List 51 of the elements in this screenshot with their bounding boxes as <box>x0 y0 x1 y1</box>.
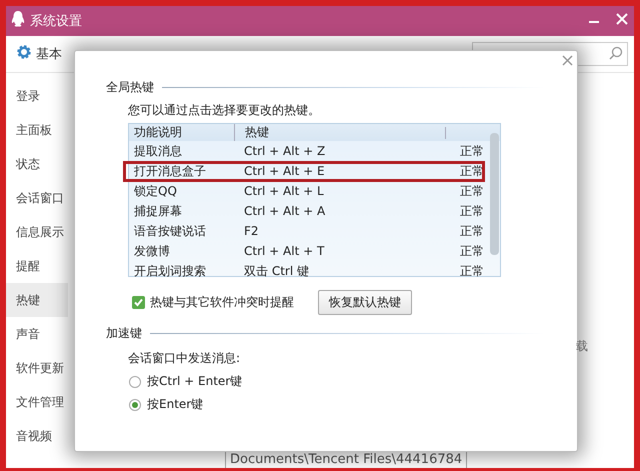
function-cell[interactable]: 锁定QQ <box>129 182 234 200</box>
function-cell[interactable]: 打开消息盒子 <box>129 162 234 180</box>
checkbox-label[interactable]: 热键与其它软件冲突时提醒 <box>150 294 294 311</box>
function-cell[interactable]: 语音按键说话 <box>129 222 234 240</box>
status-cell-text: 正常 <box>459 162 484 180</box>
sidebar-item[interactable]: 软件更新 <box>6 351 68 385</box>
function-cell[interactable]: 提取消息 <box>129 142 234 160</box>
function-cell[interactable]: 开启划词搜索 <box>129 262 234 280</box>
status-cell-text: 正常 <box>459 222 484 240</box>
sidebar-item[interactable]: 状态 <box>6 147 68 181</box>
hotkey-cell[interactable]: Ctrl + Alt + A <box>234 204 444 218</box>
sidebar-item[interactable]: 登录 <box>6 79 68 113</box>
option-label: 会话窗口中发送消息: <box>128 350 242 367</box>
close-icon[interactable] <box>562 55 573 66</box>
hotkey-cell[interactable]: Ctrl + Alt + Z <box>234 144 444 158</box>
scrollbar-thumb[interactable] <box>490 133 499 255</box>
status-cell-text: 正常 <box>459 262 484 280</box>
hotkey-cell[interactable]: Ctrl + Alt + T <box>234 244 444 258</box>
column-header[interactable]: 功能说明 <box>129 124 234 141</box>
radio-label[interactable]: 按Ctrl + Enter键 <box>147 373 242 390</box>
status-cell-text: 正常 <box>459 142 484 160</box>
column-header[interactable]: 热键 <box>234 124 445 141</box>
checkbox[interactable] <box>132 296 145 309</box>
function-cell[interactable]: 捕捉屏幕 <box>129 202 234 220</box>
hotkey-cell[interactable]: Ctrl + Alt + E <box>234 164 444 178</box>
section-title: 全局热键 <box>106 79 154 96</box>
restore-defaults-button[interactable]: 恢复默认热键 <box>318 290 412 315</box>
sidebar-item[interactable]: 会话窗口 <box>6 181 68 215</box>
status-cell-text: 正常 <box>459 182 484 200</box>
radio-button[interactable] <box>129 398 141 410</box>
sidebar-item[interactable]: 文件管理 <box>6 385 68 419</box>
hotkey-cell[interactable]: Ctrl + Alt + L <box>234 184 444 198</box>
function-cell[interactable]: 发微博 <box>129 242 234 260</box>
sidebar-item[interactable]: 音视频 <box>6 419 68 453</box>
search-icon <box>609 46 623 62</box>
section-title: 加速键 <box>106 325 142 342</box>
window-title: 系统设置 <box>30 13 83 30</box>
sidebar-item[interactable]: 提醒 <box>6 249 68 283</box>
radio-button[interactable] <box>129 376 141 388</box>
hotkey-cell[interactable]: F2 <box>234 224 444 238</box>
hint-text: 您可以通过点击选择要更改的热键。 <box>128 102 321 119</box>
sidebar-item[interactable]: 主面板 <box>6 113 68 147</box>
partial-text: 载 <box>576 338 588 355</box>
sidebar-item[interactable]: 信息展示 <box>6 215 68 249</box>
radio-label[interactable]: 按Enter键 <box>147 396 204 413</box>
hotkey-cell[interactable]: 双击 Ctrl 键 <box>234 262 444 280</box>
status-cell-text: 正常 <box>459 242 484 260</box>
sidebar-item[interactable]: 声音 <box>6 317 68 351</box>
status-cell-text: 正常 <box>459 202 484 220</box>
category-tab[interactable]: 基本 <box>36 45 62 63</box>
sidebar-item[interactable]: 热键 <box>6 283 68 317</box>
